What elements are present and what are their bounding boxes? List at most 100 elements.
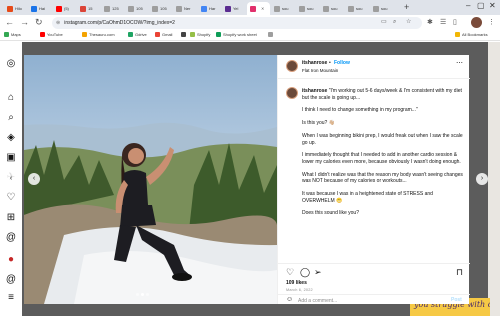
zoom-icon[interactable]: ⌕ [393, 18, 396, 26]
more-options-icon[interactable]: ⋯ [456, 59, 463, 67]
bookmark-item[interactable]: Gmail [155, 32, 172, 37]
browser-tab[interactable]: sou [370, 2, 394, 15]
tab-title: Hilo [15, 6, 22, 11]
comment-box: ☺ Post [278, 294, 470, 305]
author-username[interactable]: itshanrose [302, 60, 327, 66]
save-bookmark-icon[interactable]: ⊓ [456, 267, 463, 277]
tab-favicon-icon [80, 5, 86, 12]
browser-tab[interactable]: sou [345, 2, 369, 15]
next-post-button[interactable]: › [476, 173, 488, 185]
bookmark-item[interactable]: Thesauru.com [82, 32, 115, 37]
bookmark-item[interactable]: YouTube [40, 32, 63, 37]
tab-title: 125 [112, 6, 119, 11]
browser-tab[interactable]: 15 [77, 2, 100, 15]
tab-favicon-icon [31, 5, 37, 12]
carousel-dot-active [141, 293, 144, 296]
browser-tab[interactable]: Ner [173, 2, 197, 15]
carousel-dot [136, 293, 139, 296]
comment-icon[interactable]: ◯ [300, 267, 310, 277]
profile-icon[interactable]: ● [5, 254, 17, 266]
bookmark-favicon-icon [190, 32, 195, 37]
minimize-icon[interactable]: – [466, 1, 470, 11]
chrome-menu-icon[interactable]: ⋮ [488, 18, 495, 27]
create-icon[interactable]: ⊞ [5, 212, 17, 224]
tab-favicon-icon [348, 5, 354, 12]
search-icon[interactable]: ⌕ [5, 112, 17, 124]
tab-title: Hai [39, 6, 46, 11]
bookmark-item[interactable] [181, 32, 188, 37]
more-menu-icon[interactable]: ≡ [5, 292, 17, 304]
tab-favicon-icon [225, 5, 231, 12]
caption-paragraph: Does this sound like you? [302, 210, 359, 217]
browser-tab[interactable]: 105 [125, 2, 148, 15]
browser-tab[interactable]: Hilo [4, 2, 27, 15]
bookmark-item[interactable]: Maps [4, 32, 21, 37]
site-info-icon[interactable]: ⊜ [56, 20, 60, 26]
browser-tab[interactable]: 105 [149, 2, 172, 15]
emoji-icon[interactable]: ☺ [286, 296, 293, 303]
home-icon[interactable]: ⌂ [5, 92, 17, 104]
previous-post-button[interactable]: ‹ [5, 173, 17, 185]
browser-tab[interactable]: Har [198, 2, 221, 15]
browser-tab[interactable]: sou [271, 2, 295, 15]
forward-arrow-icon[interactable]: → [20, 17, 29, 28]
reload-icon[interactable]: ↻ [35, 17, 43, 28]
threads-app-icon[interactable]: @ [5, 274, 17, 286]
tab-favicon-icon [128, 5, 134, 12]
caption-username[interactable]: itshanrose [302, 88, 327, 94]
browser-tab[interactable]: sou [296, 2, 319, 15]
photo-previous-arrow-icon[interactable]: ‹ [28, 173, 40, 185]
bookmark-label: Gmail [162, 32, 173, 37]
bookmark-item[interactable]: Gdrive [128, 32, 147, 37]
like-count[interactable]: 109 likes [286, 280, 307, 286]
threads-icon[interactable]: @ [5, 232, 17, 244]
bookmark-favicon-icon [82, 32, 87, 37]
extensions-icon[interactable]: ✱ [427, 18, 433, 27]
bookmark-label: YouTube [47, 32, 63, 37]
separator-dot: • [329, 60, 331, 66]
background-feed-strip [488, 42, 500, 316]
follow-button[interactable]: Follow [334, 60, 350, 66]
like-heart-icon[interactable]: ♡ [286, 267, 294, 277]
instagram-logo-icon[interactable]: ◎ [5, 58, 17, 70]
browser-tab[interactable]: sou [320, 2, 344, 15]
browser-tab[interactable]: Hai [28, 2, 52, 15]
profile-avatar[interactable] [471, 17, 482, 28]
bookmark-label: Gdrive [135, 32, 147, 37]
reels-icon[interactable]: ▣ [5, 152, 17, 164]
tab-favicon-icon [373, 5, 379, 12]
tab-title: sou [356, 6, 363, 11]
back-arrow-icon[interactable]: ← [5, 17, 14, 28]
new-tab-icon[interactable]: + [404, 2, 409, 12]
browser-tab[interactable]: (5) [53, 2, 76, 15]
address-bar[interactable]: ⊜ instagram.com/p/CaOhmD1OCOW/?img_index… [52, 17, 422, 29]
side-panel-icon[interactable]: ▯ [453, 18, 457, 27]
tab-close-icon[interactable]: ✕ [261, 6, 264, 11]
browser-tab[interactable]: ✕ [247, 2, 270, 15]
caption-paragraph: I think I need to change something in my… [302, 107, 418, 114]
post-comment-button[interactable]: Post [451, 297, 462, 303]
explore-icon[interactable]: ◈ [5, 132, 17, 144]
post-side-panel: itshanrose • Follow Flat Iron Mountain ⋯… [277, 55, 470, 305]
notifications-heart-icon[interactable]: ♡ [5, 192, 17, 204]
bookmark-star-icon[interactable]: ☆ [406, 18, 411, 26]
maximize-icon[interactable]: ▢ [477, 1, 485, 11]
reading-list-icon[interactable]: ☰ [440, 18, 446, 27]
bookmark-label: Maps [11, 32, 21, 37]
close-window-icon[interactable]: ✕ [489, 1, 496, 11]
browser-tab[interactable]: Yel [222, 2, 246, 15]
bookmark-item[interactable]: Shopify work sheet [216, 32, 257, 37]
bookmark-item[interactable]: Shopify [190, 32, 210, 37]
tab-favicon-icon [176, 5, 182, 12]
caption-author-avatar[interactable] [286, 87, 298, 99]
all-bookmarks-folder[interactable]: All Bookmarks [455, 32, 488, 37]
post-photo: ‹ [24, 55, 277, 304]
comment-input[interactable] [298, 297, 438, 304]
browser-tab[interactable]: 125 [101, 2, 124, 15]
share-icon[interactable]: ➢ [314, 267, 322, 277]
author-avatar[interactable] [286, 60, 298, 72]
bookmark-item[interactable] [268, 32, 275, 37]
post-location[interactable]: Flat Iron Mountain [302, 68, 338, 73]
tab-favicon-icon [299, 5, 305, 12]
cast-icon[interactable]: ▭ [381, 18, 387, 26]
